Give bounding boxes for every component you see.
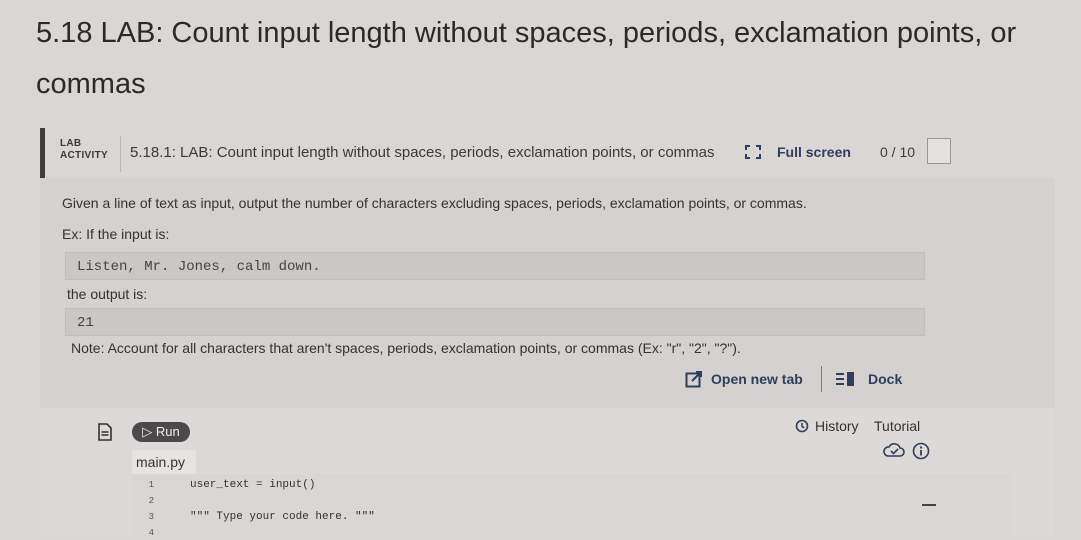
history-label: History [815, 418, 859, 434]
action-divider [821, 366, 822, 392]
tutorial-button[interactable]: Tutorial [874, 418, 920, 434]
code-input-area[interactable]: 1 user_text = input() 2 3 """ Type your … [132, 474, 1012, 538]
dock-icon [836, 372, 854, 386]
example-input-box: Listen, Mr. Jones, calm down. [65, 252, 925, 280]
lab-tag-line2: ACTIVITY [60, 150, 108, 161]
line-number: 1 [148, 480, 154, 490]
cloud-icon[interactable] [883, 442, 905, 458]
line-number: 4 [148, 528, 154, 538]
accent-bar [40, 128, 45, 178]
lab-activity-tag: LAB ACTIVITY [60, 138, 108, 162]
fullscreen-icon [745, 145, 761, 159]
file-tab-main[interactable]: main.py [132, 450, 196, 474]
panel-resize-handle[interactable] [922, 504, 936, 506]
tag-divider [120, 136, 121, 172]
code-editor: ▷ Run History Tutorial main.py 1 user_te… [40, 408, 1055, 538]
open-new-tab-icon [685, 371, 702, 388]
info-icon[interactable] [912, 442, 930, 460]
fullscreen-label: Full screen [777, 144, 851, 160]
output-intro: the output is: [67, 286, 148, 302]
open-new-tab-button[interactable]: Open new tab [685, 370, 803, 388]
run-button[interactable]: ▷ Run [132, 422, 190, 442]
page-title: 5.18 LAB: Count input length without spa… [36, 17, 1017, 100]
description-text: Given a line of text as input, output th… [62, 195, 807, 211]
line-number: 3 [148, 512, 154, 522]
fullscreen-button[interactable]: Full screen [745, 140, 851, 164]
history-icon [795, 419, 809, 433]
lab-activity-header: LAB ACTIVITY 5.18.1: LAB: Count input le… [40, 128, 1055, 178]
line-number: 2 [148, 496, 154, 506]
score-box [927, 138, 951, 164]
score-display: 0 / 10 [880, 144, 916, 160]
line-text: user_text = input() [190, 479, 316, 491]
dock-label: Dock [868, 371, 903, 387]
example-output-box: 21 [65, 308, 925, 336]
note-text: Note: Account for all characters that ar… [71, 340, 741, 356]
example-intro: Ex: If the input is: [62, 226, 170, 242]
history-button[interactable]: History [795, 418, 859, 434]
line-text: """ Type your code here. """ [190, 511, 375, 523]
open-new-tab-label: Open new tab [711, 371, 803, 387]
file-icon[interactable] [98, 423, 112, 441]
dock-button[interactable]: Dock [836, 371, 902, 387]
lab-activity-name: 5.18.1: LAB: Count input length without … [130, 144, 715, 161]
lab-tag-line1: LAB [60, 138, 82, 149]
